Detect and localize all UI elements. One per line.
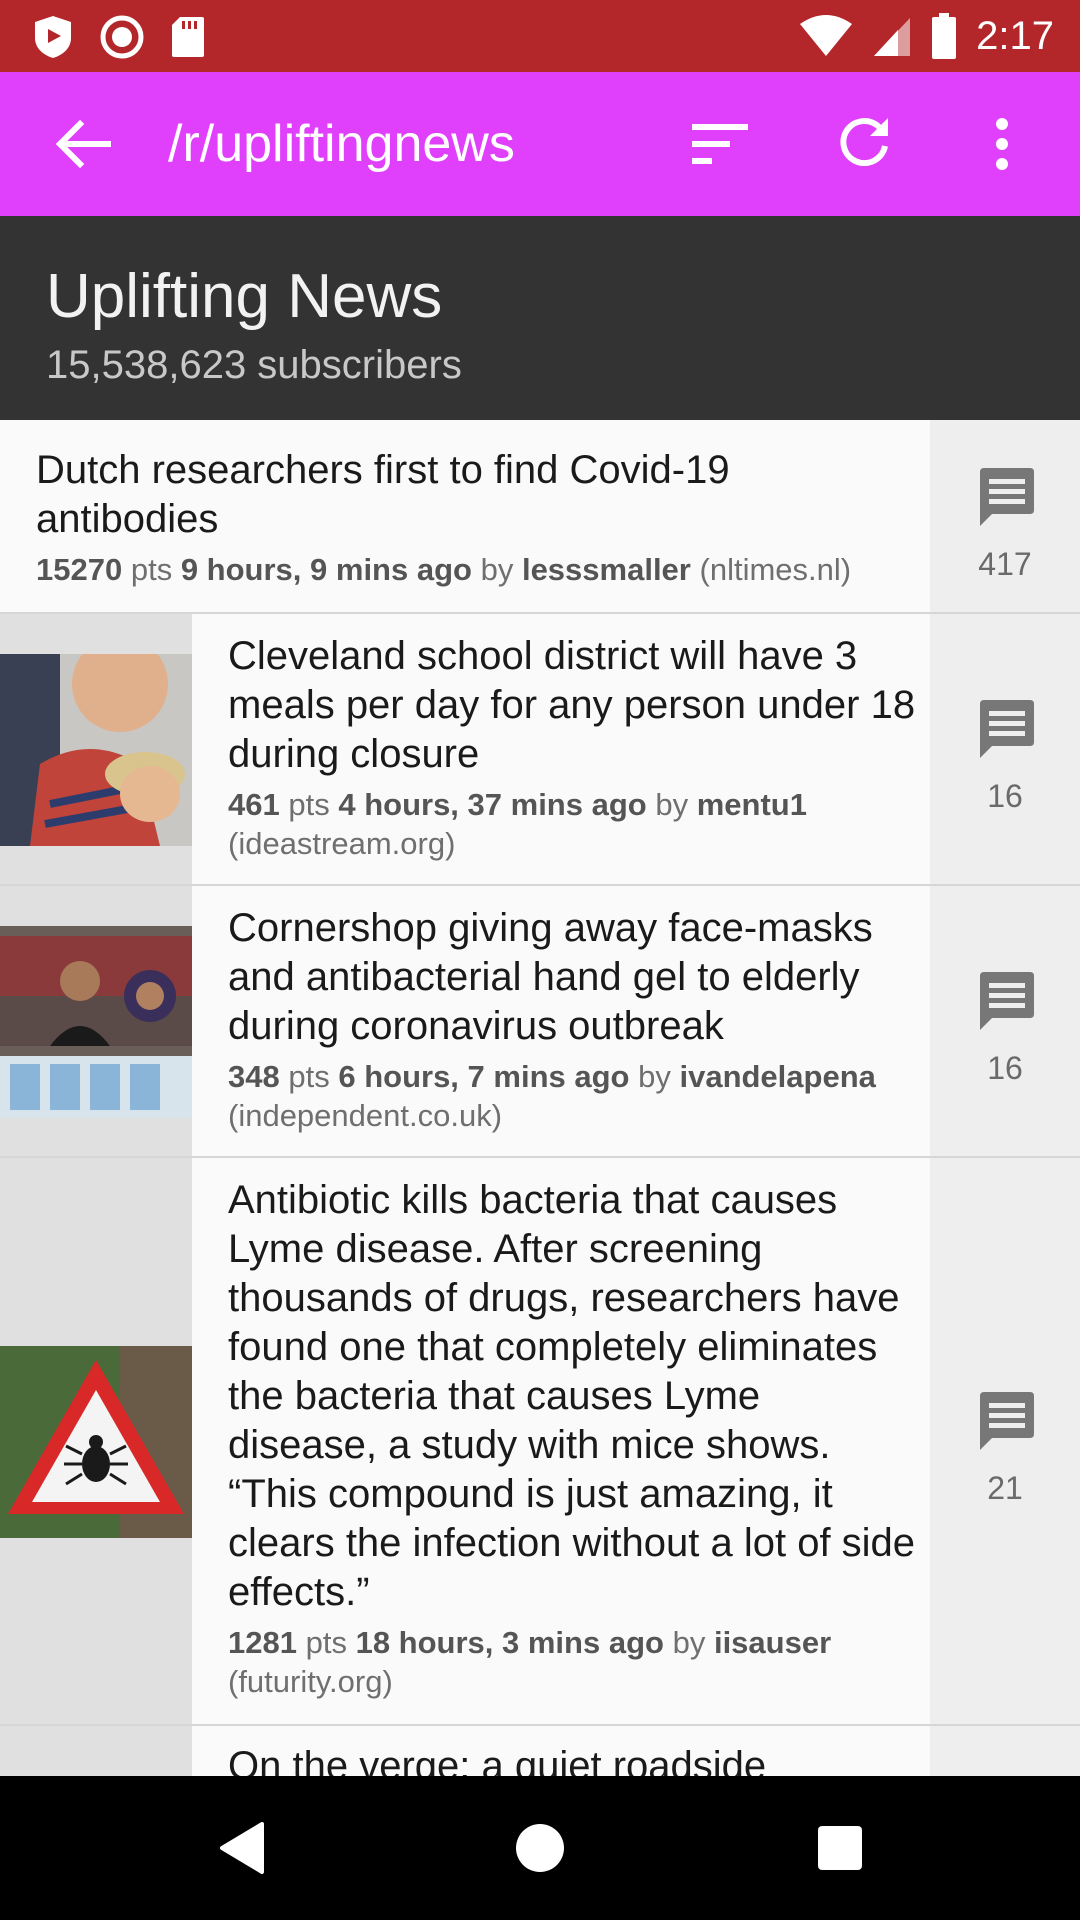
thumbnail-column [0,886,192,1156]
by-label: by [672,1625,706,1660]
comment-icon [980,972,1034,1030]
post-meta: 15270 pts 9 hours, 9 mins ago by lesssma… [36,550,906,589]
post-domain: (ideastream.org) [228,826,456,861]
clock-time: 2:17 [976,14,1054,58]
post-list: Dutch researchers first to find Covid-19… [0,420,1080,1776]
comments-button[interactable]: 16 [930,886,1080,1156]
by-label: by [480,552,514,587]
post-item[interactable]: Antibiotic kills bacteria that causes Ly… [0,1158,1080,1726]
comment-count: 16 [987,778,1023,814]
shield-icon [35,16,71,58]
comments-button[interactable]: 16 [930,614,1080,884]
back-triangle-icon[interactable] [216,1820,266,1876]
subreddit-name: Uplifting News [46,262,443,331]
post-item[interactable]: On the verge: a quiet roadside [0,1726,1080,1776]
refresh-icon[interactable] [836,114,892,170]
sd-card-icon [172,17,204,57]
comment-icon [980,1392,1034,1450]
app-bar-title: /r/upliftingnews [168,115,515,173]
post-domain: (nltimes.nl) [699,552,852,587]
comment-icon [980,700,1034,758]
post-points: 461 [228,787,280,822]
thumbnail-column [0,1158,192,1724]
post-item[interactable]: Dutch researchers first to find Covid-19… [0,420,1080,614]
post-author[interactable]: iisauser [714,1625,831,1660]
record-icon [100,15,144,59]
post-domain: (futurity.org) [228,1664,393,1699]
system-nav-bar [0,1776,1080,1920]
post-title[interactable]: On the verge: a quiet roadside [228,1742,918,1776]
post-title[interactable]: Cleveland school district will have 3 me… [228,632,918,779]
post-domain: (independent.co.uk) [228,1098,503,1133]
by-label: by [655,787,689,822]
pts-label: pts [288,787,330,822]
more-vert-icon[interactable] [986,116,1018,172]
post-meta: 461 pts 4 hours, 37 mins ago by mentu1 (… [228,785,918,863]
shopkeepers-image [0,926,192,1118]
post-thumbnail[interactable] [0,926,192,1118]
post-thumbnail[interactable] [0,654,192,846]
post-points: 1281 [228,1625,297,1660]
pts-label: pts [305,1625,347,1660]
child-eating-sandwich-image [0,654,192,846]
pts-label: pts [288,1059,330,1094]
post-age: 4 hours, 37 mins ago [338,787,647,822]
post-item[interactable]: Cleveland school district will have 3 me… [0,614,1080,886]
cell-signal-icon [874,18,911,56]
post-points: 348 [228,1059,280,1094]
post-meta: 1281 pts 18 hours, 3 mins ago by iisause… [228,1623,918,1701]
post-author[interactable]: mentu1 [697,787,807,822]
comments-button[interactable]: 21 [930,1158,1080,1724]
comment-count: 16 [987,1050,1023,1086]
comments-button[interactable] [930,1726,1080,1776]
back-arrow-icon[interactable] [52,116,112,172]
post-points: 15270 [36,552,123,587]
app-bar: /r/upliftingnews [0,72,1080,216]
post-title[interactable]: Antibiotic kills bacteria that causes Ly… [228,1176,918,1617]
recents-square-icon[interactable] [816,1820,864,1876]
post-author[interactable]: lesssmaller [522,552,691,587]
sort-icon[interactable] [690,120,750,168]
post-item[interactable]: Cornershop giving away face-masks and an… [0,886,1080,1158]
tick-warning-sign-image [0,1346,192,1538]
comment-icon [980,468,1034,526]
by-label: by [638,1059,671,1094]
comment-count: 417 [978,546,1032,582]
post-thumbnail[interactable] [0,1346,192,1538]
subscriber-count: 15,538,623 subscribers [46,343,462,387]
thumbnail-column [0,1726,192,1776]
wifi-icon [800,15,853,56]
post-age: 9 hours, 9 mins ago [180,552,472,587]
thumbnail-column [0,614,192,884]
post-title[interactable]: Dutch researchers first to find Covid-19… [36,446,906,544]
post-age: 6 hours, 7 mins ago [338,1059,630,1094]
battery-icon [932,13,957,59]
status-bar: 2:17 [0,0,1080,72]
post-author[interactable]: ivandelapena [679,1059,875,1094]
comments-button[interactable]: 417 [930,420,1080,612]
home-circle-icon[interactable] [514,1820,566,1876]
subreddit-header: Uplifting News 15,538,623 subscribers [0,216,1080,420]
post-age: 18 hours, 3 mins ago [355,1625,664,1660]
post-meta: 348 pts 6 hours, 7 mins ago by ivandelap… [228,1057,918,1135]
comment-count: 21 [987,1470,1023,1506]
pts-label: pts [130,552,173,587]
post-title[interactable]: Cornershop giving away face-masks and an… [228,904,918,1051]
